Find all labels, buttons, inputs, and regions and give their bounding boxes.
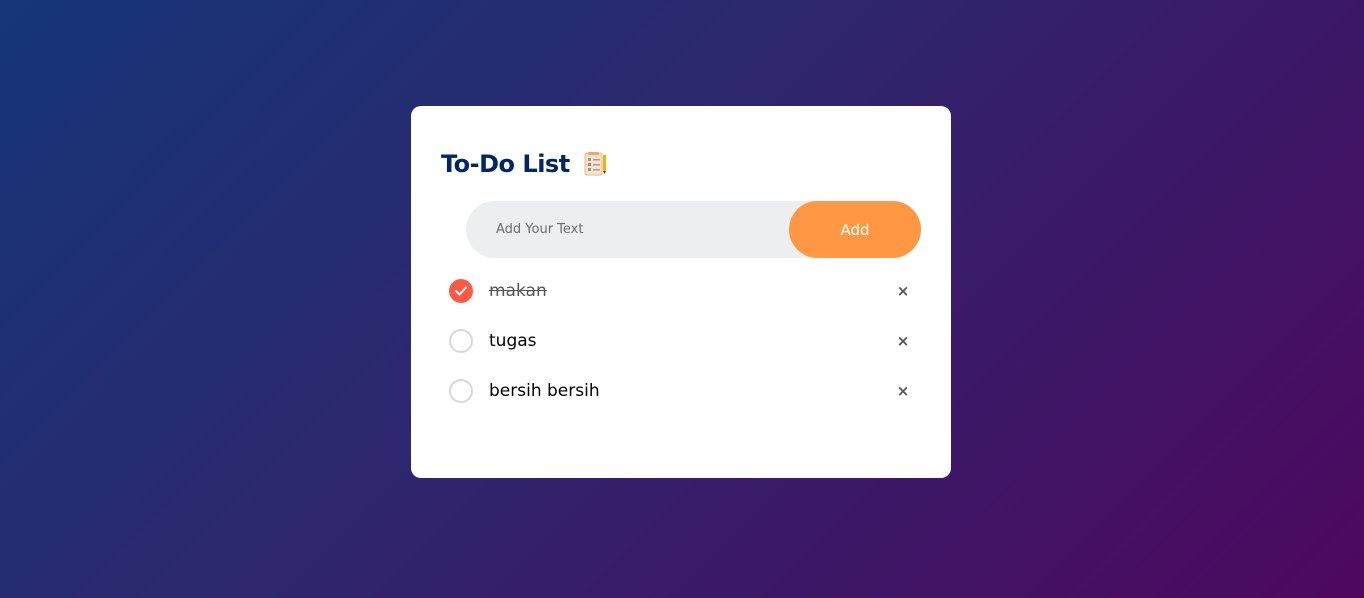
header: To-Do List bbox=[441, 148, 608, 180]
todo-item[interactable]: bersih bersih × bbox=[449, 366, 919, 416]
check-icon bbox=[455, 286, 467, 296]
todo-list: makan × tugas × bersih bersih × bbox=[449, 266, 919, 416]
checklist-notepad-icon bbox=[582, 151, 608, 177]
app-title: To-Do List bbox=[441, 150, 570, 178]
todo-item[interactable]: makan × bbox=[449, 266, 919, 316]
todo-text: makan bbox=[489, 281, 547, 301]
add-todo-row: Add bbox=[466, 201, 921, 258]
checked-checkbox[interactable] bbox=[449, 279, 473, 303]
todo-app-card: To-Do List Add Your Text Add makan × tug… bbox=[411, 106, 951, 478]
close-icon[interactable]: × bbox=[895, 283, 911, 299]
todo-text: tugas bbox=[489, 331, 537, 351]
add-button[interactable]: Add bbox=[789, 201, 921, 258]
todo-input[interactable] bbox=[466, 201, 786, 258]
close-icon[interactable]: × bbox=[895, 333, 911, 349]
unchecked-checkbox[interactable] bbox=[449, 379, 473, 403]
close-icon[interactable]: × bbox=[895, 383, 911, 399]
unchecked-checkbox[interactable] bbox=[449, 329, 473, 353]
todo-text: bersih bersih bbox=[489, 381, 600, 401]
todo-item[interactable]: tugas × bbox=[449, 316, 919, 366]
